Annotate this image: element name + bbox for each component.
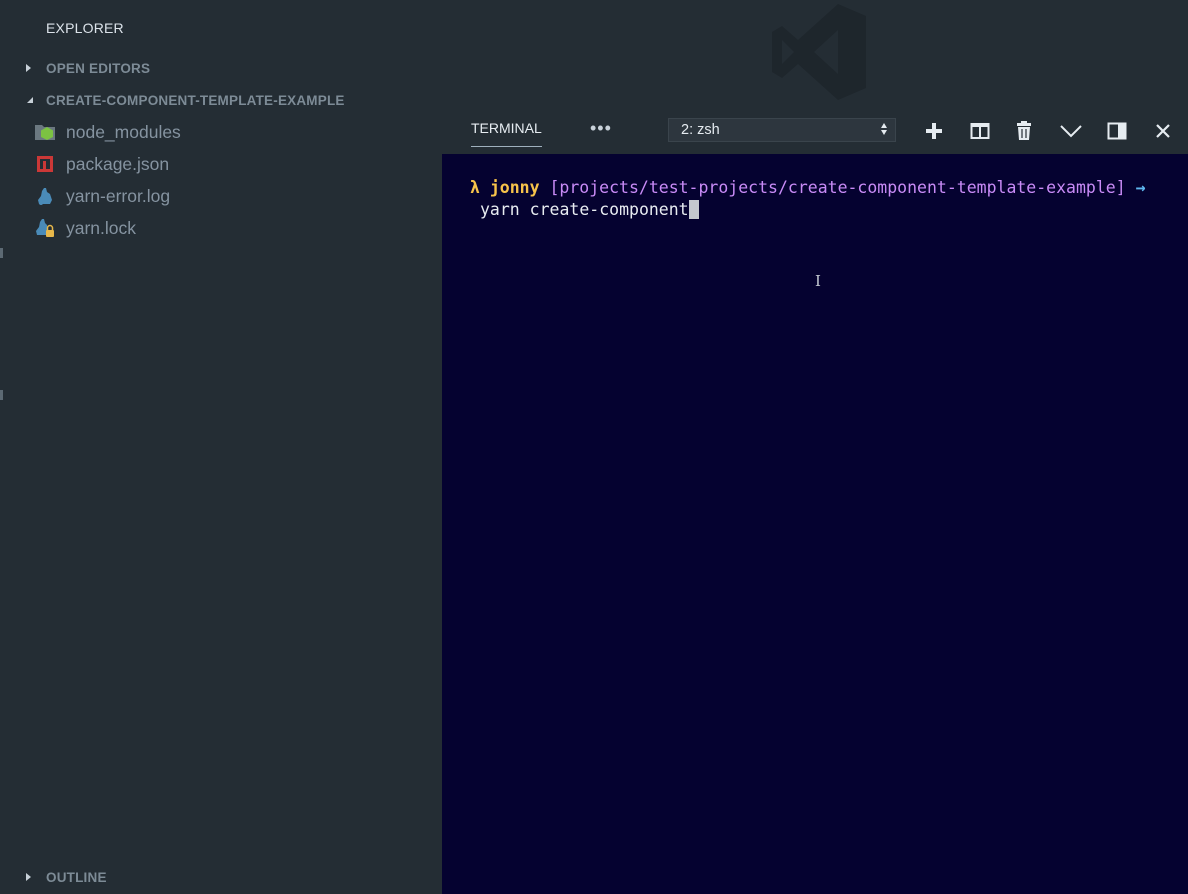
more-actions-icon[interactable]: •••: [590, 118, 612, 139]
file-yarn-error-log[interactable]: yarn-error.log: [34, 184, 170, 208]
chevron-right-icon: [26, 64, 46, 72]
file-name: package.json: [66, 153, 170, 174]
panel-header: TERMINAL ••• 2: zsh: [442, 110, 1188, 154]
file-package-json[interactable]: package.json: [34, 152, 169, 176]
vscode-window: EXPLORER OPEN EDITORS CREATE-COMPONENT-T…: [0, 0, 1188, 894]
collapse-panel-icon[interactable]: [1060, 120, 1082, 142]
scroll-edge-mark: [0, 390, 3, 400]
chevron-right-icon: [26, 873, 46, 881]
terminal-view[interactable]: λ jonny [projects/test-projects/create-c…: [442, 154, 1188, 894]
explorer-title: EXPLORER: [46, 20, 124, 36]
file-name: yarn.lock: [66, 217, 137, 238]
explorer-sidebar: EXPLORER OPEN EDITORS CREATE-COMPONENT-T…: [0, 0, 442, 894]
terminal-command-line: yarn create-component: [480, 199, 699, 221]
terminal-cursor: [688, 200, 699, 219]
split-terminal-icon[interactable]: [969, 120, 991, 142]
project-section[interactable]: CREATE-COMPONENT-TEMPLATE-EXAMPLE: [26, 89, 345, 111]
mouse-ibeam-cursor-icon: I: [815, 272, 821, 290]
file-name: node_modules: [66, 121, 181, 142]
close-panel-icon[interactable]: [1152, 120, 1174, 142]
chevron-down-icon: [26, 96, 46, 104]
outline-section[interactable]: OUTLINE: [26, 866, 107, 888]
tab-terminal[interactable]: TERMINAL: [471, 120, 542, 147]
select-arrows-icon: [881, 123, 887, 135]
node-folder-icon: [34, 122, 56, 142]
prompt-user: jonny: [489, 178, 540, 197]
project-label: CREATE-COMPONENT-TEMPLATE-EXAMPLE: [46, 92, 345, 108]
toggle-panel-layout-icon[interactable]: [1106, 120, 1128, 142]
terminal-prompt-line: λ jonny [projects/test-projects/create-c…: [470, 177, 1146, 199]
open-editors-section[interactable]: OPEN EDITORS: [26, 57, 150, 79]
prompt-arrow: →: [1135, 178, 1146, 197]
vscode-logo-watermark: [768, 2, 868, 107]
shell-select-value: 2: zsh: [681, 122, 720, 138]
yarn-icon: [34, 186, 56, 206]
kill-terminal-icon[interactable]: [1013, 120, 1035, 142]
file-name: yarn-error.log: [66, 185, 171, 206]
terminal-command: yarn create-component: [480, 200, 689, 219]
yarn-lock-icon: [34, 218, 56, 238]
scroll-edge-mark: [0, 248, 3, 258]
npm-package-icon: [34, 154, 56, 174]
file-node-modules[interactable]: node_modules: [34, 120, 181, 144]
terminal-shell-select[interactable]: 2: zsh: [668, 118, 896, 142]
open-editors-label: OPEN EDITORS: [46, 60, 151, 76]
prompt-cwd: [projects/test-projects/create-component…: [549, 178, 1126, 197]
file-yarn-lock[interactable]: yarn.lock: [34, 216, 136, 240]
add-terminal-icon[interactable]: [923, 120, 945, 142]
prompt-symbol: λ: [470, 178, 480, 197]
outline-label: OUTLINE: [46, 869, 107, 885]
